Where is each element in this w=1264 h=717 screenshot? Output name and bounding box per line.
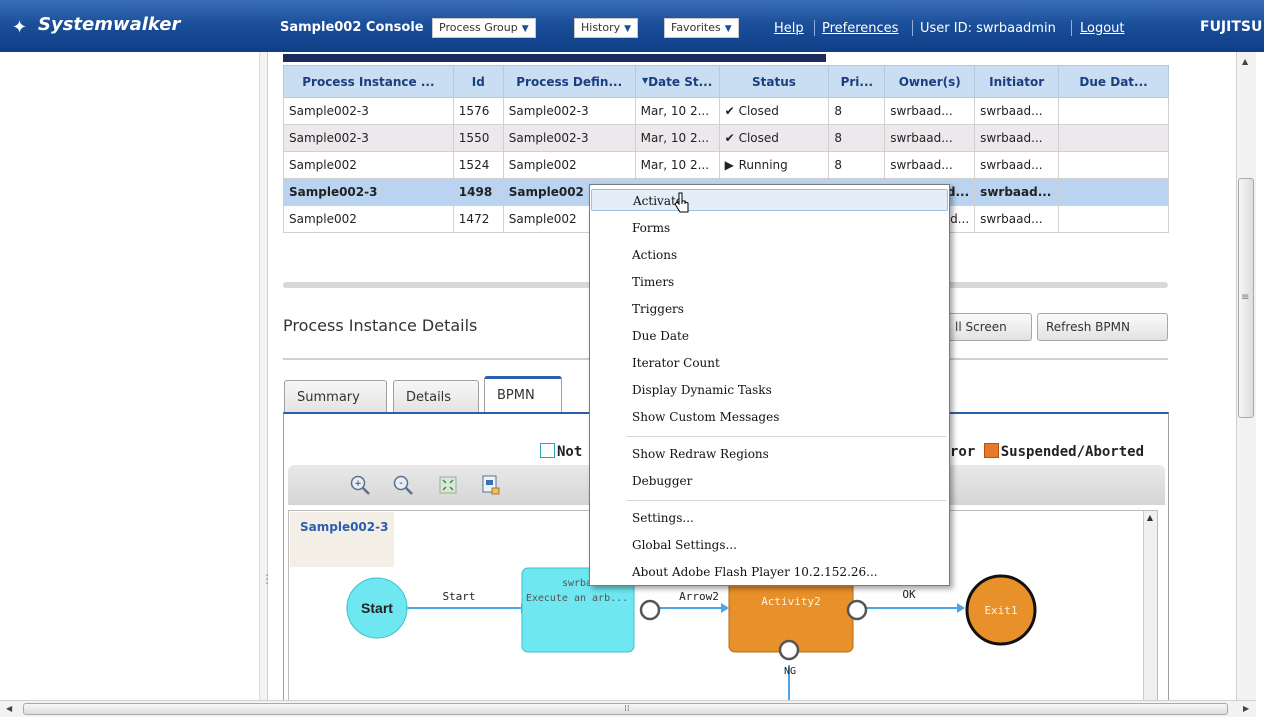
process-group-dropdown[interactable]: Process Group ▼ [432, 18, 536, 38]
status-cell: ✔ Closed [718, 97, 830, 125]
edge-ok-label: OK [902, 588, 916, 601]
col-priority[interactable]: Pri... [828, 65, 886, 98]
menu-item-show-custom-messages[interactable]: Show Custom Messages [591, 406, 948, 428]
table-header-row: Process Instance ... Id Process Defin...… [283, 65, 1169, 98]
full-screen-button[interactable]: ll Screen [940, 313, 1032, 341]
col-process-instance[interactable]: Process Instance ... [283, 65, 454, 98]
grip-icon: ⁞⁞ [624, 704, 630, 714]
favorites-dropdown[interactable]: Favorites ▼ [664, 18, 739, 38]
app-header: ✦ Systemwalker Sample002 Console Process … [0, 0, 1264, 52]
check-icon: ✔ [724, 131, 735, 145]
preferences-link[interactable]: Preferences [822, 21, 898, 36]
grip-icon: ≡ [1241, 292, 1250, 303]
scroll-left-arrow-icon[interactable]: ◀ [6, 704, 12, 713]
chevron-down-icon: ▼ [521, 24, 529, 34]
zoom-out-icon[interactable]: - [392, 474, 414, 496]
logo-mark-icon: ✦ [12, 17, 28, 38]
menu-item-about-flash[interactable]: About Adobe Flash Player 10.2.152.26... [591, 561, 948, 583]
menu-item-debugger[interactable]: Debugger [591, 470, 948, 492]
header-separator [912, 20, 913, 36]
help-link[interactable]: Help [774, 21, 804, 36]
check-icon: ✔ [724, 104, 735, 118]
refresh-bpmn-button[interactable]: Refresh BPMN [1037, 313, 1168, 341]
table-row[interactable]: Sample002-3 1550 Sample002-3 Mar, 10 2..… [283, 124, 1169, 152]
tab-summary[interactable]: Summary [284, 380, 387, 414]
left-panel [0, 52, 260, 700]
scroll-up-arrow-icon[interactable]: ▲ [1242, 57, 1248, 66]
edge-ng-label: NG [784, 666, 796, 677]
header-separator [1071, 20, 1072, 36]
menu-item-iterator-count[interactable]: Iterator Count [591, 352, 948, 374]
legend-swatch [983, 443, 999, 458]
fujitsu-logo: FUJITSU [1200, 19, 1263, 35]
header-separator [814, 20, 815, 36]
zoom-in-icon[interactable]: + [349, 474, 371, 496]
col-id[interactable]: Id [452, 65, 504, 98]
connector-port[interactable] [639, 599, 661, 621]
menu-item-global-settings[interactable]: Global Settings... [591, 534, 948, 556]
connector-port[interactable] [846, 599, 868, 621]
start-event-label: Start [361, 600, 393, 616]
tab-details[interactable]: Details [393, 380, 479, 414]
table-row[interactable]: Sample002-3 1576 Sample002-3 Mar, 10 2..… [283, 97, 1169, 125]
history-dropdown[interactable]: History ▼ [574, 18, 639, 38]
menu-item-activate[interactable]: Activate [591, 189, 948, 211]
col-owners[interactable]: Owner(s) [884, 65, 976, 98]
menu-item-show-redraw-regions[interactable]: Show Redraw Regions [591, 443, 948, 465]
col-process-definition[interactable]: Process Defin... [502, 65, 636, 98]
arrowhead-icon [721, 603, 729, 613]
menu-separator [626, 500, 946, 501]
tab-bpmn[interactable]: BPMN [484, 376, 562, 416]
console-title: Sample002 Console [280, 20, 424, 35]
edge-arrow2-label: Arrow2 [679, 590, 719, 603]
menu-item-due-date[interactable]: Due Date [591, 325, 948, 347]
flag-icon: ▶ [724, 158, 734, 172]
table-row[interactable]: Sample002 1524 Sample002 Mar, 10 2... ▶ R… [283, 151, 1169, 179]
menu-item-forms[interactable]: Forms [591, 217, 948, 239]
legend-swatch [540, 443, 555, 458]
menu-item-actions[interactable]: Actions [591, 244, 948, 266]
connector-port[interactable] [778, 639, 800, 661]
status-cell: ✔ Closed [718, 124, 830, 152]
process-name-label: Sample002-3 [300, 520, 389, 534]
activity2-label: Activity2 [761, 595, 821, 608]
svg-text:+: + [354, 479, 362, 489]
export-image-icon[interactable] [480, 474, 502, 496]
user-id-label: User ID: swrbaadmin [920, 21, 1056, 36]
svg-text:-: - [399, 478, 403, 489]
col-date-started[interactable]: ▼Date St... [634, 65, 720, 98]
menu-item-timers[interactable]: Timers [591, 271, 948, 293]
chevron-down-icon: ▼ [724, 24, 732, 34]
edge-start-label: Start [442, 590, 475, 603]
context-menu: Activate Forms Actions Timers Triggers D… [589, 184, 950, 586]
status-cell: ▶ Running [718, 151, 830, 179]
details-title: Process Instance Details [283, 316, 478, 335]
legend-not-started: Not [540, 443, 582, 460]
chevron-down-icon: ▼ [624, 24, 632, 34]
task-execute-label: Execute an arb... [526, 593, 628, 604]
panel-splitter[interactable]: ⋮ [260, 52, 273, 700]
scroll-up-arrow-icon[interactable]: ▲ [1145, 513, 1155, 525]
menu-item-triggers[interactable]: Triggers [591, 298, 948, 320]
fit-to-screen-icon[interactable] [437, 474, 459, 496]
col-status[interactable]: Status [718, 65, 830, 98]
logout-link[interactable]: Logout [1080, 21, 1125, 36]
loading-strip [283, 54, 826, 62]
menu-separator [626, 436, 946, 437]
task-owner-label: swrba [562, 578, 592, 589]
exit-event-label: Exit1 [984, 604, 1017, 617]
col-due-date[interactable]: Due Dat... [1058, 65, 1169, 98]
canvas-scrollbar[interactable] [1143, 511, 1157, 701]
hand-cursor-icon [674, 192, 689, 213]
arrowhead-icon [957, 603, 965, 613]
col-initiator[interactable]: Initiator [974, 65, 1060, 98]
menu-item-display-dynamic-tasks[interactable]: Display Dynamic Tasks [591, 379, 948, 401]
menu-item-settings[interactable]: Settings... [591, 507, 948, 529]
legend-error-suspended: ror Suspended/Aborted [950, 443, 1145, 460]
scroll-right-arrow-icon[interactable]: ▶ [1243, 704, 1249, 713]
systemwalker-logo: ✦ Systemwalker [12, 14, 181, 38]
